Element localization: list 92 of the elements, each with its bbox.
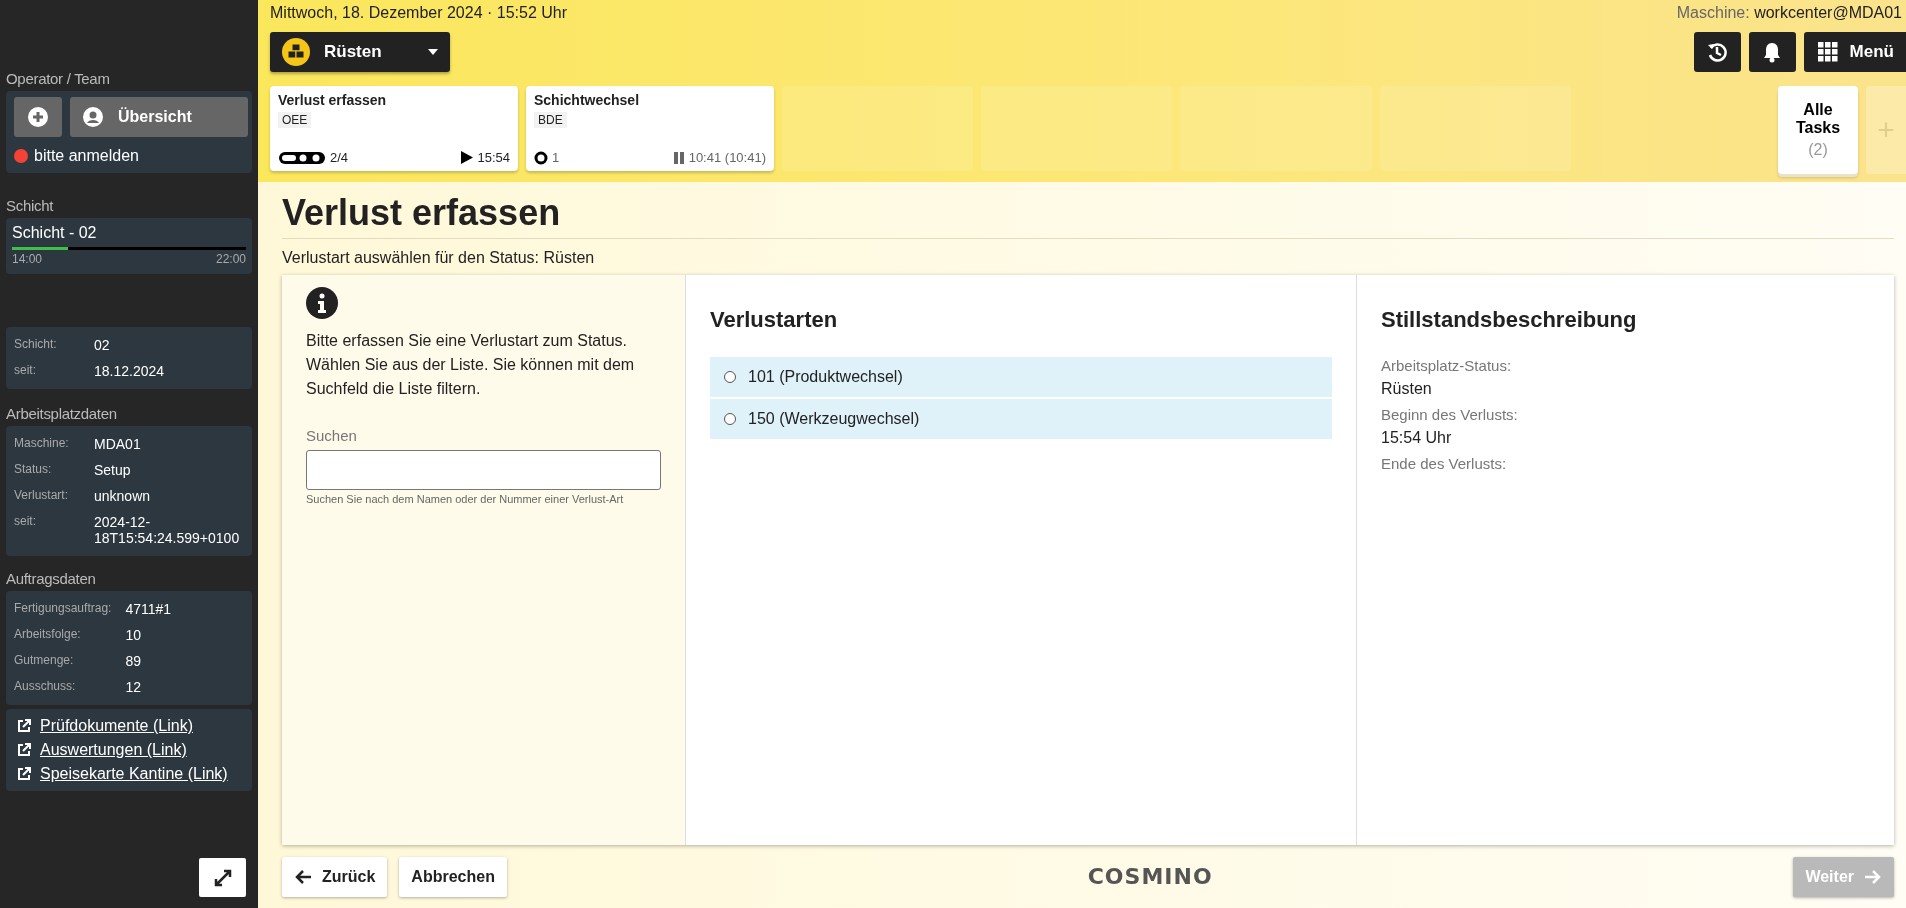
arrow-left-icon xyxy=(294,868,312,885)
history-button[interactable] xyxy=(1693,32,1741,72)
info-value: 02 xyxy=(94,337,111,353)
play-icon xyxy=(461,151,474,164)
steps-icon xyxy=(278,150,326,165)
page-subtitle: Verlustart auswählen für den Status: Rüsten xyxy=(281,248,596,268)
search-label: Suchen xyxy=(306,427,358,444)
info-label: Arbeitsfolge: xyxy=(14,627,82,641)
info-value: 2024-12-18T15:54:24.599+0100 xyxy=(94,514,241,546)
menu-button[interactable]: Menü xyxy=(1803,32,1906,72)
info-value: unknown xyxy=(94,488,152,504)
arrow-right-icon xyxy=(1864,868,1882,885)
task-tag: BDE xyxy=(534,112,567,128)
expand-icon xyxy=(213,868,232,887)
add-operator-button[interactable] xyxy=(14,97,62,137)
notifications-button[interactable] xyxy=(1748,32,1796,72)
task-card[interactable]: Verlust erfassen OEE 2/4 15:54 xyxy=(270,86,518,171)
machine-label: Maschine: xyxy=(1676,4,1750,21)
field-label: Ende des Verlusts: xyxy=(1381,455,1508,472)
back-button[interactable]: Zurück xyxy=(282,856,388,897)
grid-icon xyxy=(1817,42,1838,62)
info-value: 10 xyxy=(125,627,142,643)
login-status: bitte anmelden xyxy=(34,147,139,165)
boxes-icon xyxy=(282,38,310,66)
shift-name: Schicht - 02 xyxy=(12,223,98,243)
page-title: Verlust erfassen xyxy=(281,192,562,235)
task-tag: OEE xyxy=(278,112,312,128)
task-title: Verlust erfassen xyxy=(278,92,388,108)
field-label: Beginn des Verlusts: xyxy=(1381,406,1519,423)
instruction-text: Bitte erfassen Sie eine Verlustart zum Status. Wählen Sie aus der Liste. Sie können mit dem Suchfeld die Liste filtern. xyxy=(306,331,636,399)
logo: COSMINO xyxy=(1087,864,1213,889)
history-icon xyxy=(1706,41,1729,63)
radio-button[interactable] xyxy=(724,371,736,383)
status-dropdown[interactable]: Rüsten xyxy=(270,32,450,72)
option-label: 150 (Werkzeugwechsel) xyxy=(748,410,920,428)
info-label: Status: xyxy=(14,462,53,476)
task-count: 2/4 xyxy=(330,150,349,165)
info-value: Setup xyxy=(94,462,132,478)
ring-icon xyxy=(534,150,548,165)
search-field[interactable] xyxy=(306,450,661,490)
shift-start: 14:00 xyxy=(12,252,43,266)
info-label: seit: xyxy=(14,514,37,528)
info-value: 89 xyxy=(125,653,142,669)
info-icon xyxy=(306,287,338,319)
task-card[interactable]: Schichtwechsel BDE 1 10:41 (10:41) xyxy=(526,86,774,171)
user-icon xyxy=(82,106,104,128)
section-heading: Auftragsdaten xyxy=(6,570,97,587)
info-label: Verlustart: xyxy=(14,488,70,502)
document-link[interactable]: Auswertungen (Link) xyxy=(40,741,187,759)
info-value: 12 xyxy=(125,679,142,695)
pause-icon xyxy=(673,151,685,164)
caret-icon xyxy=(428,49,438,55)
info-label: Ausschuss: xyxy=(14,679,77,693)
plus-icon xyxy=(27,106,49,128)
date-time: Mittwoch, 18. Dezember 2024 · 15:52 Uhr xyxy=(270,4,568,23)
info-label: Gutmenge: xyxy=(14,653,75,667)
info-value: 4711#1 xyxy=(125,601,173,617)
section-heading: Arbeitsplatzdaten xyxy=(6,405,118,422)
task-time: 15:54 xyxy=(477,150,510,165)
task-time: 10:41 (10:41) xyxy=(688,150,766,165)
section-title: Verlustarten xyxy=(710,307,839,333)
section-heading: Operator / Team xyxy=(6,70,111,87)
field-value: Rüsten xyxy=(1381,380,1433,398)
document-link[interactable]: Speisekarte Kantine (Link) xyxy=(40,765,228,783)
option-label: 101 (Produktwechsel) xyxy=(748,368,903,386)
field-label: Arbeitsplatz-Status: xyxy=(1381,357,1513,374)
document-link[interactable]: Prüfdokumente (Link) xyxy=(40,717,193,735)
all-tasks-button[interactable]: Alle Tasks (2) xyxy=(1778,86,1858,174)
external-link-icon xyxy=(16,718,32,734)
task-count: 1 xyxy=(552,150,560,165)
cancel-button[interactable]: Abbrechen xyxy=(399,856,507,897)
info-label: Schicht: xyxy=(14,337,58,351)
section-heading: Schicht xyxy=(6,197,55,214)
loss-type-option[interactable]: 150 (Werkzeugwechsel) xyxy=(710,399,1332,439)
shift-end: 22:00 xyxy=(215,252,246,266)
overview-button[interactable]: Übersicht xyxy=(70,97,248,137)
info-label: Fertigungsauftrag: xyxy=(14,601,112,615)
radio-button[interactable] xyxy=(724,413,736,425)
info-value: 18.12.2024 xyxy=(94,363,166,379)
external-link-icon xyxy=(16,766,32,782)
bell-icon xyxy=(1763,41,1782,63)
field-value: 15:54 Uhr xyxy=(1381,429,1453,447)
task-title: Schichtwechsel xyxy=(534,92,641,108)
search-hint: Suchen Sie nach dem Namen oder der Nummer einer Verlust-Art xyxy=(306,493,625,505)
external-link-icon xyxy=(16,742,32,758)
fullscreen-button[interactable] xyxy=(199,858,246,897)
loss-type-option[interactable]: 101 (Produktwechsel) xyxy=(710,357,1332,397)
section-title: Stillstandsbeschreibung xyxy=(1381,307,1638,333)
info-label: Maschine: xyxy=(14,436,70,450)
machine-name: workcenter@MDA01 xyxy=(1754,4,1902,21)
info-label: seit: xyxy=(14,363,37,377)
info-value: MDA01 xyxy=(94,436,142,452)
